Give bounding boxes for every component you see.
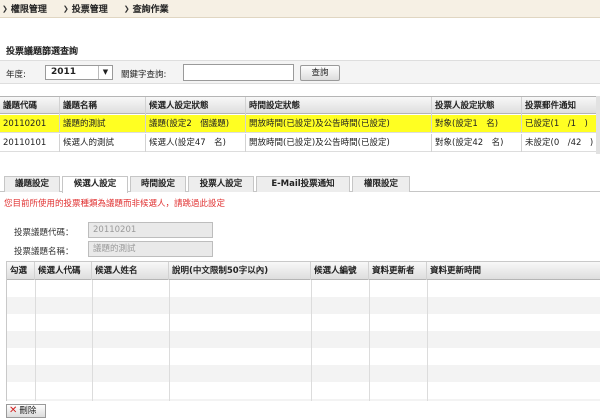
table-cell: 未設定(0 /42 ) [525,138,594,148]
column-header[interactable]: 候選人設定狀態 [146,97,246,115]
breadcrumb-item-query[interactable]: ❯ 查詢作業 [123,2,169,16]
column-header[interactable]: 投票郵件通知 [522,97,600,115]
search-panel-title: 投票議題篩選查詢 [6,47,79,57]
column-header[interactable]: 說明(中文限制50字以內) [169,262,311,280]
column-header[interactable]: 投票人設定狀態 [432,97,522,115]
delete-button[interactable]: ✕ 刪除 [6,404,46,418]
close-icon: ✕ [9,405,18,416]
column-header[interactable]: 時間設定狀態 [246,97,432,115]
tab-voter-settings[interactable]: 投票人設定 [188,176,254,192]
vertical-scrollbar[interactable] [596,96,600,154]
table-row[interactable]: 20110201 議題的測試 議題(設定2 個議題) 開放時間(已設定)及公告時… [0,115,600,133]
topic-code-label: 投票議題代碼： [14,228,74,238]
table-cell: 開放時間(已設定)及公告時間(已設定) [246,134,432,152]
column-header[interactable]: 候選人編號 [311,262,369,280]
table-cell: 20110101 [0,134,60,152]
column-divider [427,280,428,401]
chevron-right-icon: ❯ [123,4,130,13]
chevron-right-icon: ❯ [2,4,8,13]
candidates-grid: 勾選 候選人代碼 候選人姓名 說明(中文限制50字以內) 候選人編號 資料更新者… [6,261,600,401]
keyword-input[interactable] [183,64,294,81]
table-cell: 開放時間(已設定)及公告時間(已設定) [246,115,432,133]
year-select[interactable]: 2011 ▼ [45,65,113,80]
settings-tabs: 議題設定 候選人設定 時間設定 投票人設定 E-Mail投票通知 權限設定 [0,176,600,193]
table-cell: 候選人(設定47 名) [146,134,246,152]
column-header[interactable]: 資料更新者 [369,262,427,280]
breadcrumb-item-permissions[interactable]: ❯ 權限管理 [2,2,47,16]
topic-code-field: 20110201 [88,222,213,238]
table-cell: 議題(設定2 個議題) [146,115,246,133]
topics-grid-header: 議題代碼 議題名稱 候選人設定狀態 時間設定狀態 投票人設定狀態 投票郵件通知 [0,96,600,115]
candidates-grid-header: 勾選 候選人代碼 候選人姓名 說明(中文限制50字以內) 候選人編號 資料更新者… [7,262,600,280]
tab-time-settings[interactable]: 時間設定 [130,176,186,192]
table-cell: 20110201 [0,115,60,133]
year-label: 年度: [6,70,26,80]
keyword-label: 關鍵字查詢: [121,70,167,80]
column-divider [311,280,312,401]
column-header[interactable]: 資料更新時間 [427,262,600,280]
table-row[interactable]: 20110101 候選人的測試 候選人(設定47 名) 開放時間(已設定)及公告… [0,134,600,152]
search-panel: 投票議題篩選查詢 年度: 2011 ▼ 關鍵字查詢: 查詢 [0,42,600,88]
chevron-down-icon[interactable]: ▼ [98,66,112,79]
topic-name-field: 議題的測試 [88,241,213,257]
column-header[interactable]: 候選人代碼 [35,262,92,280]
column-header[interactable]: 議題名稱 [60,97,146,115]
column-divider [35,280,36,401]
query-button[interactable]: 查詢 [300,65,340,81]
chevron-right-icon: ❯ [62,4,69,13]
notice-message: 您目前所使用的投票種類為議題而非候選人，請跳過此設定 [4,199,226,209]
table-cell: 已設定(1 /1 ) [525,119,588,129]
topic-name-label: 投票議題名稱： [14,247,74,257]
breadcrumb-item-vote-management[interactable]: ❯ 投票管理 [62,2,108,16]
delete-button-label: 刪除 [19,406,37,416]
table-cell: 對象(設定42 名) [432,134,522,152]
table-cell: 對象(設定1 名) [432,115,522,133]
column-header[interactable]: 議題代碼 [0,97,60,115]
column-divider [169,280,170,401]
column-header[interactable]: 勾選 [7,262,35,280]
column-divider [369,280,370,401]
candidates-grid-body [7,280,600,401]
tab-topic-settings[interactable]: 議題設定 [4,176,60,192]
year-select-value: 2011 [51,67,77,77]
tab-permission-settings[interactable]: 權限設定 [352,176,410,192]
table-cell: 議題的測試 [60,115,146,133]
breadcrumb: ❯ 權限管理 ❯ 投票管理 ❯ 查詢作業 [0,0,600,18]
column-header[interactable]: 候選人姓名 [92,262,169,280]
filter-row: 年度: 2011 ▼ 關鍵字查詢: 查詢 [0,60,600,84]
table-cell: 候選人的測試 [60,134,146,152]
tab-email-notification[interactable]: E-Mail投票通知 [256,176,350,192]
tab-candidate-settings[interactable]: 候選人設定 [62,176,128,193]
column-divider [92,280,93,401]
